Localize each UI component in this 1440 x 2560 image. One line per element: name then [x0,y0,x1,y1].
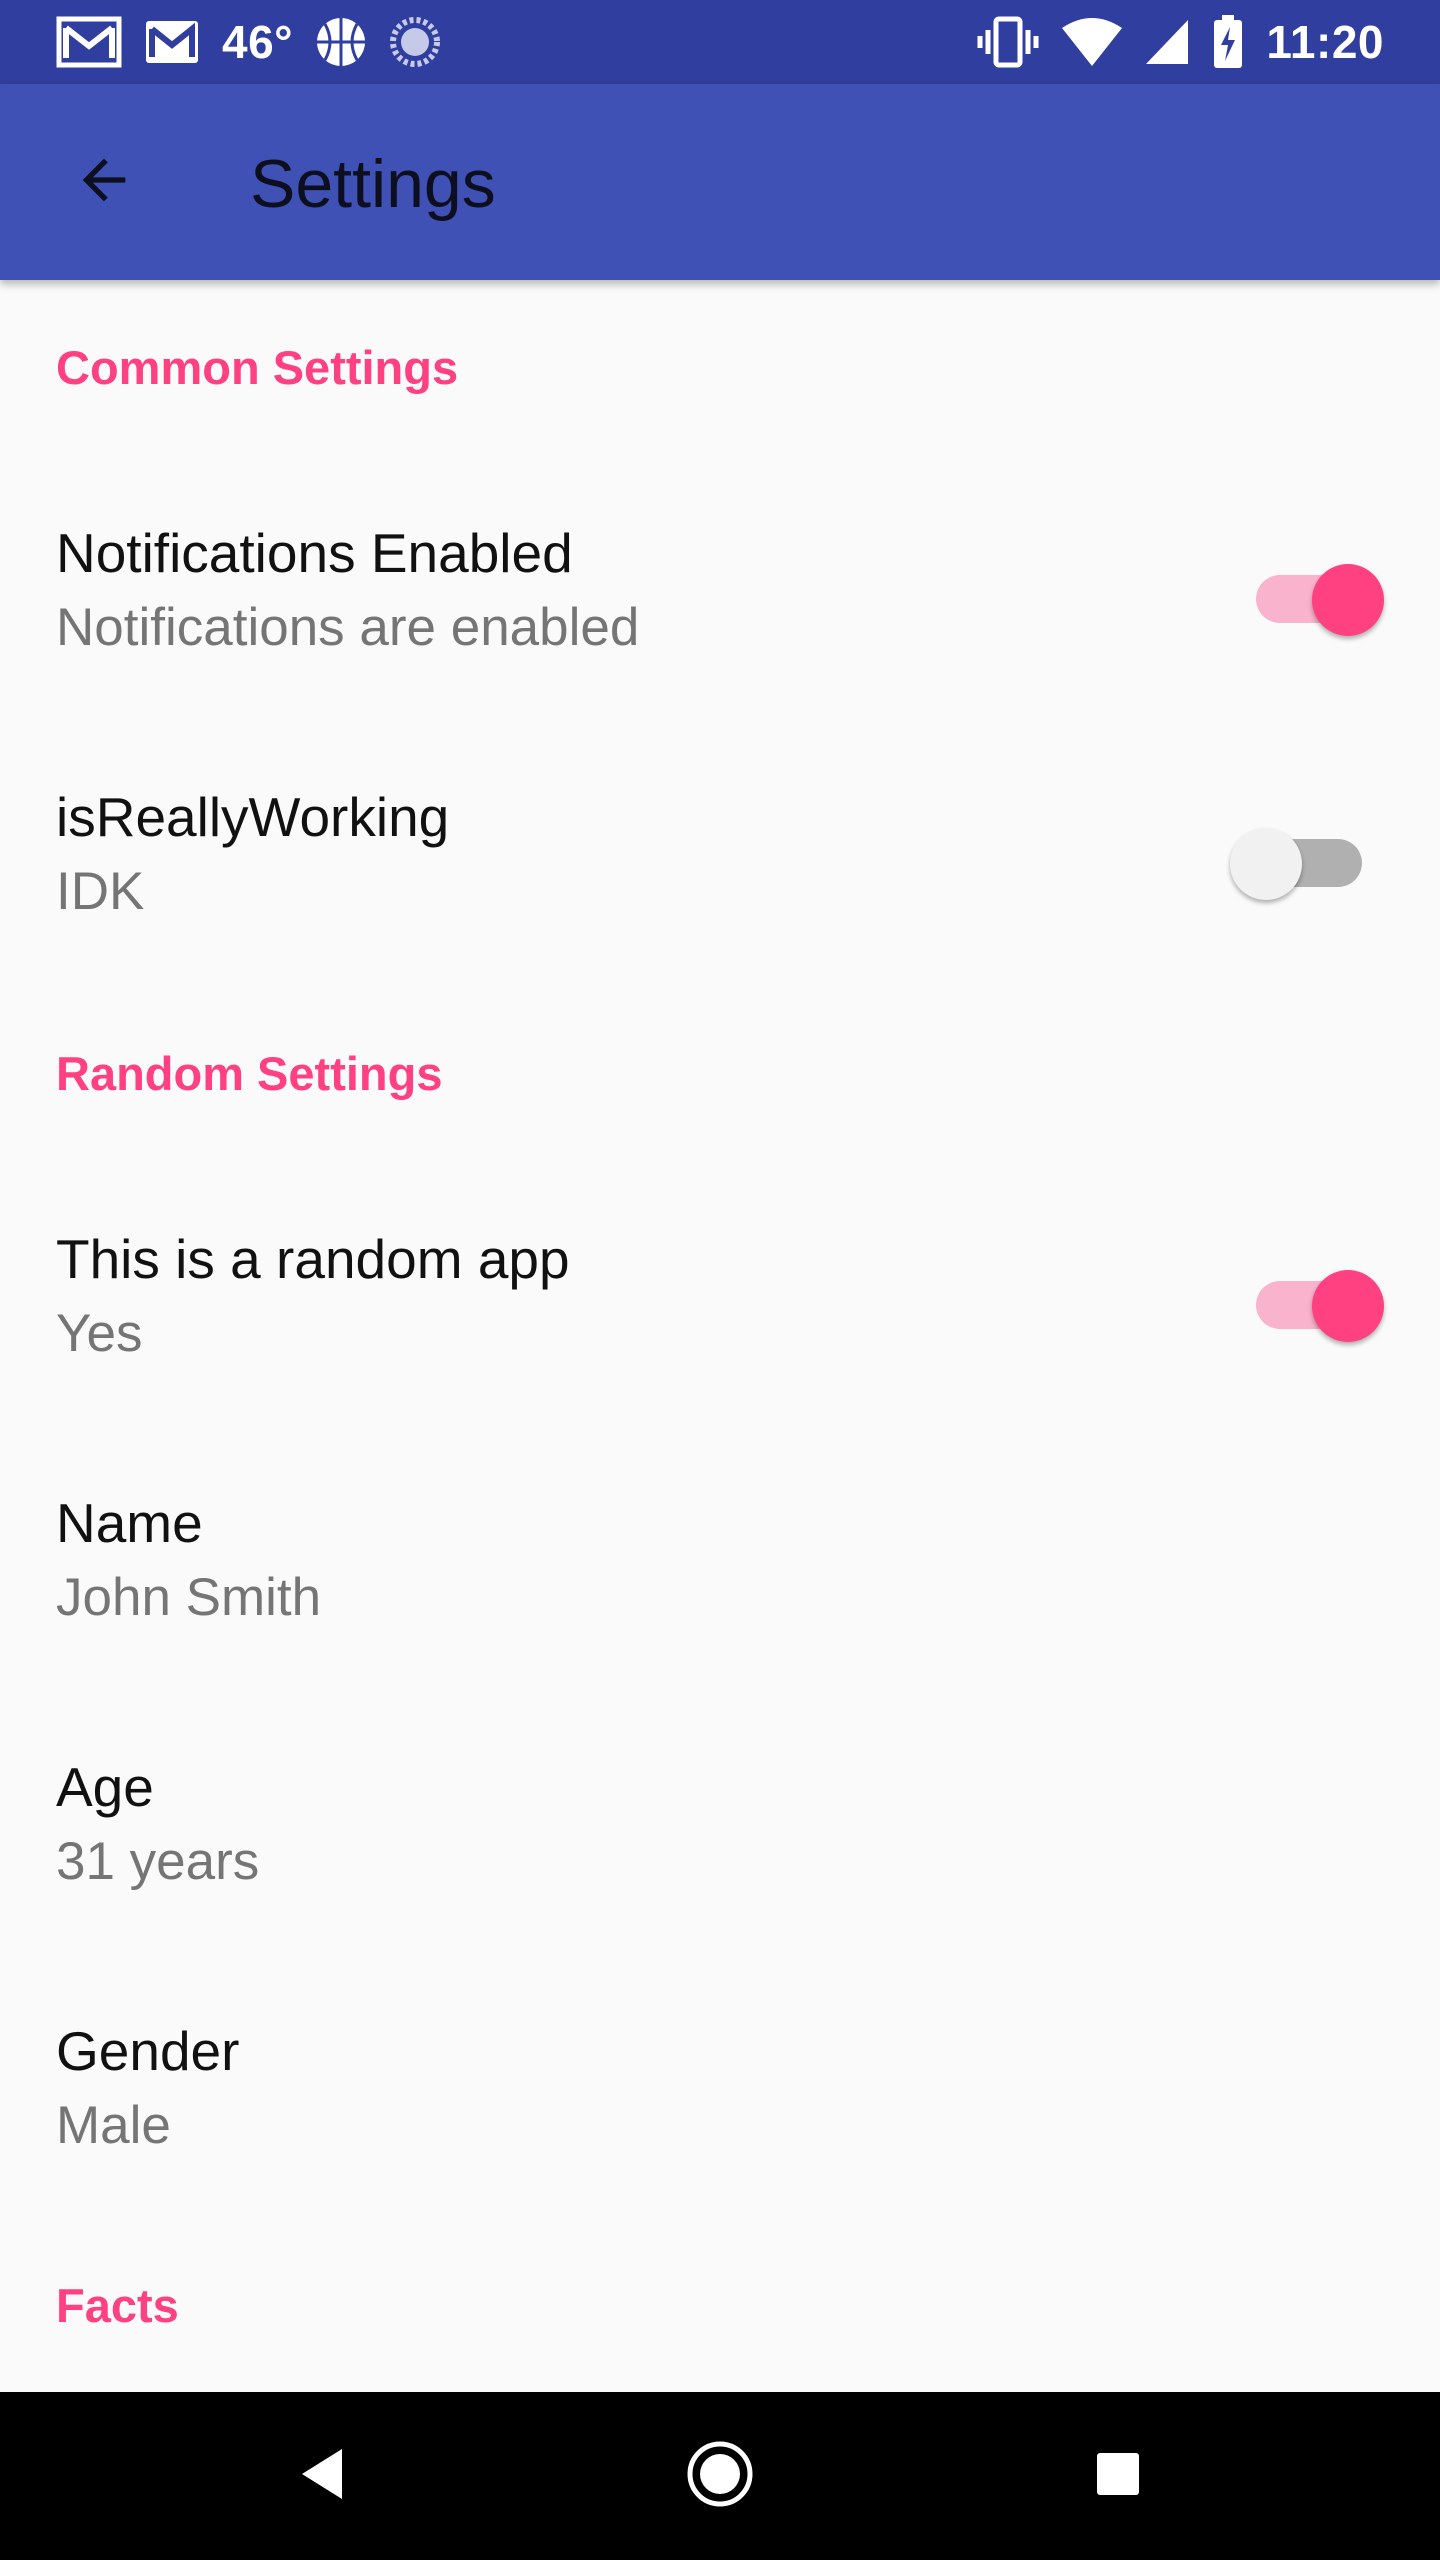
category-common-settings: Common Settings [56,341,459,394]
nav-back-button[interactable] [272,2426,372,2526]
pref-summary: 31 years [56,1832,260,1891]
pref-title: This is a random app [56,1228,570,1290]
pref-summary: IDK [56,862,145,921]
is-really-working-switch[interactable] [1230,814,1362,900]
app-bar: Settings [0,84,1440,280]
nav-recents-button[interactable] [1068,2426,1168,2526]
pref-summary: Male [56,2096,171,2155]
pref-summary: Yes [56,1304,143,1363]
wifi-icon [1062,18,1123,66]
pref-age[interactable]: Age 31 years [0,1754,1440,1984]
pref-title: Age [56,1756,154,1818]
pref-summary: John Smith [56,1568,322,1627]
pref-title: isReallyWorking [56,786,450,848]
signal-icon [1144,18,1190,66]
temperature-text: 46° [222,16,294,68]
pref-name[interactable]: Name John Smith [0,1490,1440,1720]
clock-text: 11:20 [1266,16,1384,68]
navigation-bar [0,2392,1440,2560]
pref-is-really-working[interactable]: isReallyWorking IDK [0,784,1440,1014]
nav-home-icon [686,2440,754,2513]
pref-gender[interactable]: Gender Male [0,2018,1440,2248]
pref-title: Gender [56,2020,240,2082]
nav-home-button[interactable] [670,2426,770,2526]
category-random-settings: Random Settings [56,1047,443,1100]
pref-title: Name [56,1492,203,1554]
notifications-switch[interactable] [1234,550,1384,636]
back-button[interactable] [56,134,152,230]
settings-list: Common Settings Notifications Enabled No… [0,280,1440,2392]
pref-title: Notifications Enabled [56,522,573,584]
battery-charging-icon [1212,15,1244,69]
switch-thumb [1230,828,1302,900]
pref-summary: Notifications are enabled [56,598,640,657]
switch-thumb [1312,1270,1384,1342]
nav-recents-icon [1095,2451,1141,2502]
arrow-back-icon [72,148,136,217]
email-icon [144,19,200,65]
basketball-icon [315,16,367,68]
gmail-icon [56,16,122,68]
category-facts: Facts [56,2279,179,2332]
sync-icon [389,16,441,68]
switch-thumb [1312,564,1384,636]
vibrate-icon [976,16,1040,68]
page-title: Settings [250,146,496,222]
status-bar: 46° 11:20 [0,0,1440,84]
status-bar-right: 11:20 [976,0,1384,84]
pref-random-app[interactable]: This is a random app Yes [0,1226,1440,1456]
status-bar-left: 46° [56,0,441,84]
pref-notifications-enabled[interactable]: Notifications Enabled Notifications are … [0,520,1440,750]
random-app-switch[interactable] [1234,1256,1384,1342]
nav-back-icon [298,2447,346,2506]
